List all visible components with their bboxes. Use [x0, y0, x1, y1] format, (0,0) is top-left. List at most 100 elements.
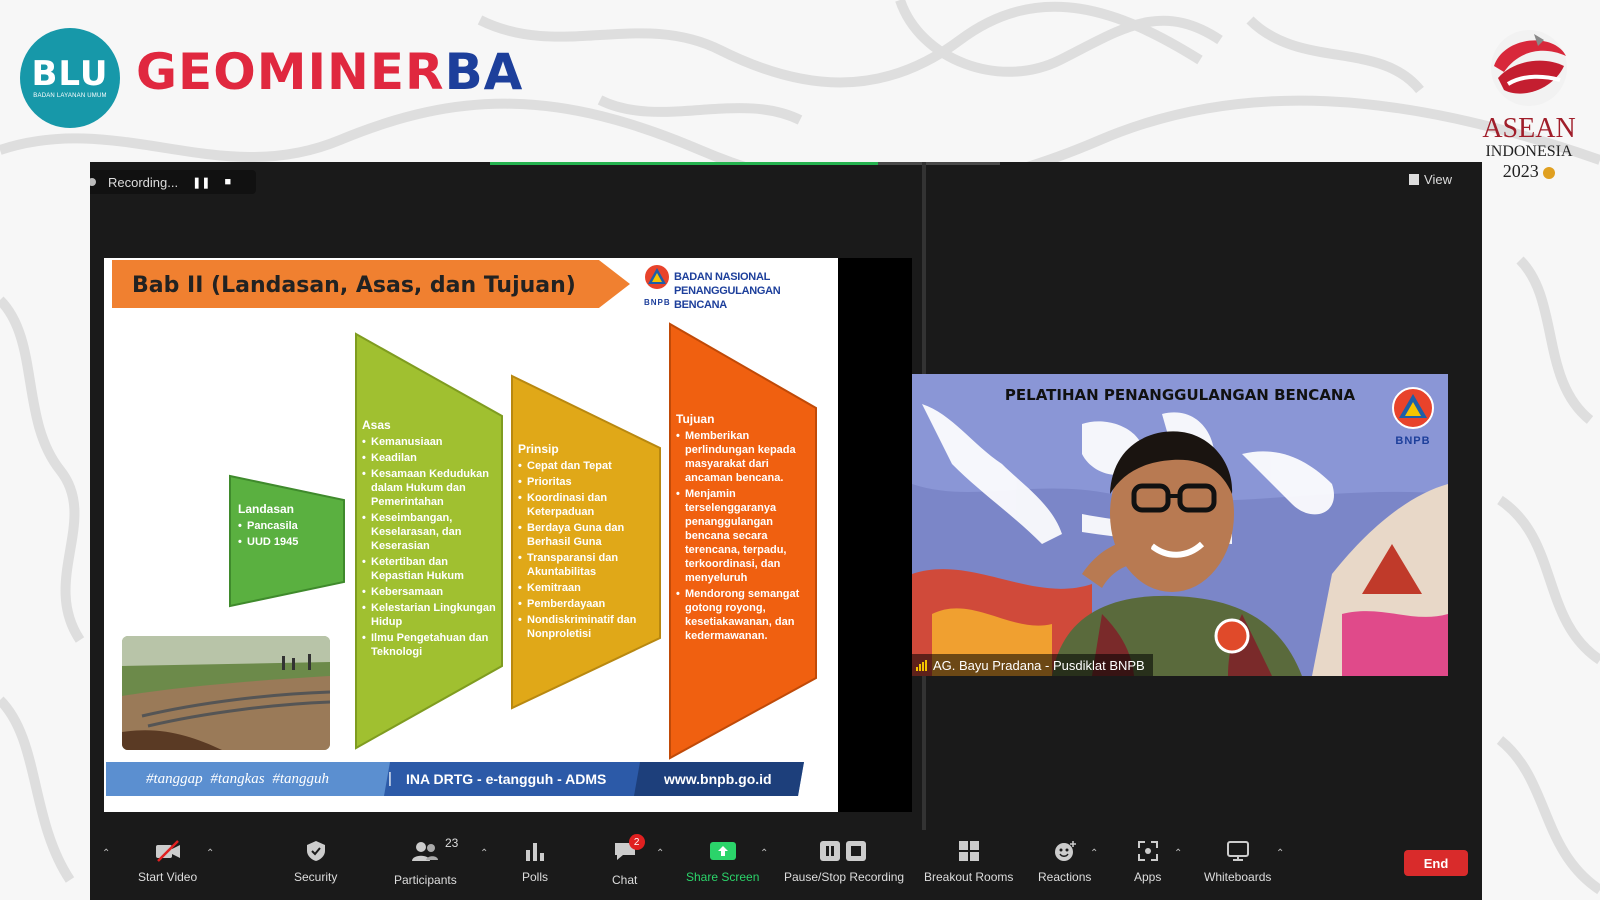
asean-country: INDONESIA: [1485, 143, 1573, 160]
slide-footer: #tanggap #tangkas #tangguh | INA DRTG - …: [106, 762, 806, 796]
prinsip-item: Koordinasi dan Keterpaduan: [518, 491, 656, 519]
chat-label: Chat: [612, 873, 638, 887]
asas-item: Keseimbangan, Keselarasan, dan Keserasia…: [362, 511, 500, 553]
view-button[interactable]: View: [1409, 172, 1452, 187]
meeting-toolbar: ⌃ Start Video ⌃ Security 23 Participants…: [90, 830, 1482, 900]
chat-options-caret[interactable]: ⌃: [656, 848, 664, 859]
video-options-caret[interactable]: ⌃: [206, 848, 214, 859]
footer-systems: INA DRTG - e-tangguh - ADMS: [406, 771, 607, 787]
recording-indicator: Recording... ❚❚ ■: [90, 170, 256, 194]
start-video-button[interactable]: Start Video: [138, 840, 197, 884]
tujuan-title: Tujuan: [676, 412, 715, 426]
asas-item: Ilmu Pengetahuan dan Teknologi: [362, 631, 500, 659]
asas-column: Asas Kemanusiaan Keadilan Kesamaan Kedud…: [362, 418, 500, 661]
asas-item: Kebersamaan: [362, 585, 500, 599]
end-meeting-button[interactable]: End: [1404, 850, 1468, 876]
polls-icon: [526, 843, 544, 861]
asean-year: 2023: [1474, 161, 1584, 181]
asean-year-text: 2023: [1502, 161, 1539, 181]
prinsip-item: Pemberdayaan: [518, 597, 656, 611]
polls-button[interactable]: Polls: [522, 840, 548, 884]
apps-icon: [1137, 841, 1158, 861]
apps-label: Apps: [1134, 870, 1162, 884]
reactions-label: Reactions: [1038, 870, 1092, 884]
prinsip-column: Prinsip Cepat dan Tepat Prioritas Koordi…: [518, 442, 656, 643]
security-label: Security: [294, 870, 338, 884]
audio-options-caret[interactable]: ⌃: [102, 848, 110, 859]
video-bnpb-logo: BNPB: [1390, 386, 1436, 447]
share-screen-label: Share Screen: [686, 870, 760, 884]
participant-video-tile[interactable]: PELATIHAN PENANGGULANGAN BENCANA BNPB AG…: [912, 374, 1448, 676]
video-bnpb-text: BNPB: [1395, 435, 1431, 447]
geominerba-logo: GEOMINERBA: [136, 44, 523, 100]
asas-item: Keadilan: [362, 451, 500, 465]
recording-dot-icon: [90, 178, 96, 186]
view-label: View: [1424, 172, 1452, 187]
geominerba-blue-part: BA: [444, 43, 524, 101]
reactions-options-caret[interactable]: ⌃: [1090, 848, 1098, 859]
landasan-column: Landasan Pancasila UUD 1945: [238, 502, 342, 551]
tujuan-column: Tujuan Memberikan perlindungan kepada ma…: [676, 412, 810, 645]
share-screen-button[interactable]: Share Screen: [686, 840, 759, 884]
prinsip-item: Cepat dan Tepat: [518, 459, 656, 473]
asas-list: Kemanusiaan Keadilan Kesamaan Kedudukan …: [362, 435, 500, 659]
participants-button[interactable]: 23 Participants: [394, 836, 458, 887]
reactions-icon: [1054, 841, 1076, 861]
pause-stop-recording-button[interactable]: Pause/Stop Recording: [784, 840, 904, 884]
prinsip-item: Transparansi dan Akuntabilitas: [518, 551, 656, 579]
video-off-icon: [155, 840, 180, 862]
pause-stop-label: Pause/Stop Recording: [784, 870, 905, 884]
railway-landslide-photo: [122, 636, 330, 750]
polls-label: Polls: [522, 870, 549, 884]
whiteboards-button[interactable]: Whiteboards: [1204, 840, 1271, 884]
stop-recording-icon[interactable]: ■: [225, 176, 232, 188]
shield-icon: [306, 841, 325, 861]
blu-logo-text: BLU: [31, 54, 109, 94]
chat-badge: 2: [628, 834, 645, 850]
apps-options-caret[interactable]: ⌃: [1174, 848, 1182, 859]
tujuan-item: Mendorong semangat gotong royong, keseti…: [676, 587, 810, 643]
participants-icon: [412, 842, 439, 861]
share-progress-fill: [490, 162, 878, 165]
security-button[interactable]: Security: [294, 840, 337, 884]
share-screen-icon: [709, 842, 736, 860]
chat-button[interactable]: 2 Chat: [612, 834, 645, 887]
prinsip-item: Kemitraan: [518, 581, 656, 595]
landasan-title: Landasan: [238, 502, 295, 516]
zoom-meeting-window: Recording... ❚❚ ■ View Bab II (Landasan,…: [90, 162, 1482, 900]
footer-website: www.bnpb.go.id: [664, 771, 772, 787]
prinsip-item: Prioritas: [518, 475, 656, 489]
participant-name: AG. Bayu Pradana - Pusdiklat BNPB: [933, 657, 1145, 673]
prinsip-item: Nondiskriminatif dan Nonproletisi: [518, 613, 656, 641]
share-options-caret[interactable]: ⌃: [760, 848, 768, 859]
breakout-rooms-button[interactable]: Breakout Rooms: [924, 840, 1013, 884]
bnpb-emblem-icon: [1392, 387, 1434, 429]
reactions-button[interactable]: Reactions: [1038, 840, 1091, 884]
tujuan-item: Memberikan perlindungan kepada masyaraka…: [676, 429, 810, 485]
asean-emblem-icon: [1491, 30, 1567, 106]
asean-wordmark: ASEAN: [1482, 113, 1576, 144]
signal-strength-icon: [916, 659, 927, 671]
participants-options-caret[interactable]: ⌃: [480, 848, 488, 859]
prinsip-list: Cepat dan Tepat Prioritas Koordinasi dan…: [518, 459, 656, 641]
whiteboards-label: Whiteboards: [1204, 870, 1272, 884]
whiteboards-options-caret[interactable]: ⌃: [1276, 848, 1284, 859]
landasan-list: Pancasila UUD 1945: [238, 519, 342, 549]
pause-recording-icon[interactable]: ❚❚: [192, 176, 210, 189]
geominerba-red-part: GEOMINER: [136, 43, 445, 101]
landasan-item: UUD 1945: [238, 535, 342, 549]
apps-button[interactable]: Apps: [1134, 840, 1161, 884]
asas-item: Ketertiban dan Kepastian Hukum: [362, 555, 500, 583]
breakout-rooms-label: Breakout Rooms: [924, 870, 1014, 884]
footer-separator: |: [388, 770, 392, 787]
participants-label: Participants: [394, 873, 457, 887]
prinsip-title: Prinsip: [518, 442, 559, 456]
landasan-item: Pancasila: [238, 519, 342, 533]
tujuan-item: Menjamin terselenggaranya penanggulangan…: [676, 487, 810, 585]
pause-stop-icon: [820, 841, 867, 861]
breakout-rooms-icon: [958, 841, 979, 861]
footer-hashtags: #tanggap #tangkas #tangguh: [146, 771, 329, 787]
asas-item: Kelestarian Lingkungan Hidup: [362, 601, 500, 629]
blu-logo: BLU BADAN LAYANAN UMUM: [20, 28, 120, 128]
prinsip-item: Berdaya Guna dan Berhasil Guna: [518, 521, 656, 549]
